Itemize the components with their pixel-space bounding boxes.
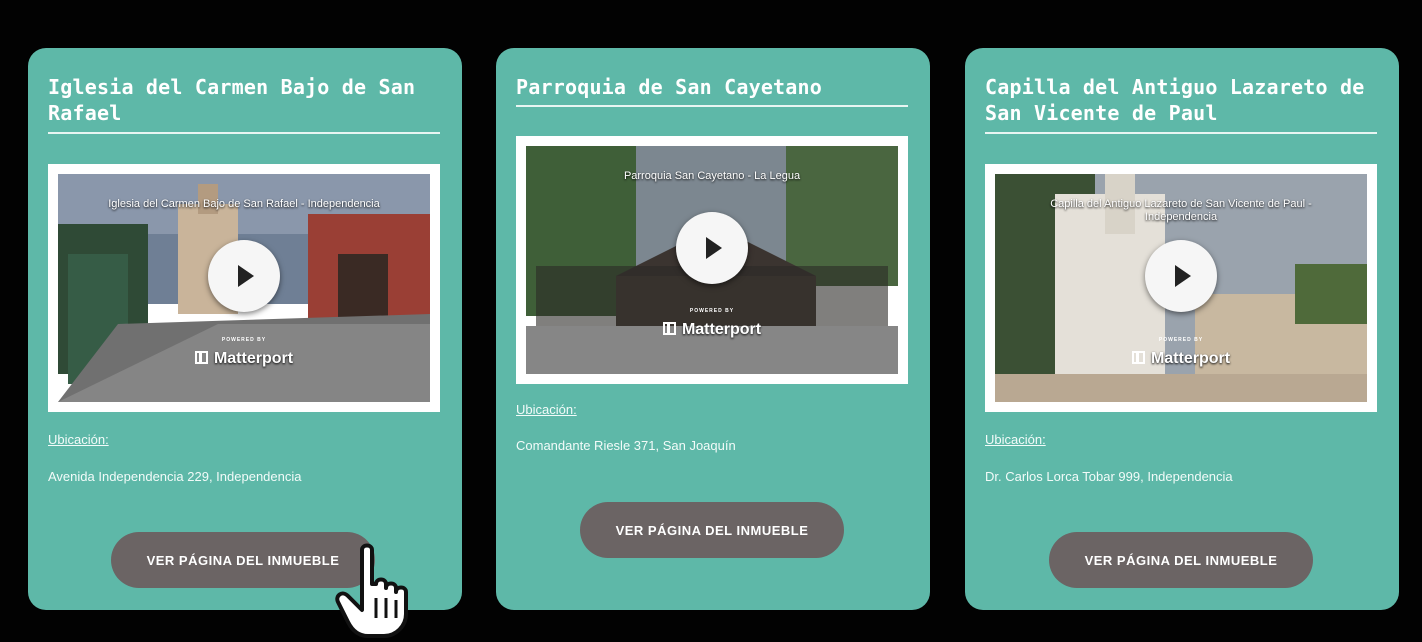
matterport-logo: Matterport xyxy=(526,321,898,339)
powered-by-label: POWERED BY xyxy=(689,308,735,314)
matterport-brand: Matterport xyxy=(1150,350,1231,367)
view-property-button[interactable]: VER PÁGINA DEL INMUEBLE xyxy=(580,502,844,558)
video-frame: Capilla del Antiguo Lazareto de San Vice… xyxy=(985,164,1377,412)
video-title: Iglesia del Carmen Bajo de San Rafael - … xyxy=(108,198,380,210)
matterport-brand: Matterport xyxy=(681,321,762,338)
card-title: Iglesia del Carmen Bajo de San Rafael xyxy=(48,75,416,125)
matterport-logo-icon xyxy=(194,351,208,364)
location-label: Ubicación: xyxy=(48,432,109,447)
page: Iglesia del Carmen Bajo de San Rafael Ig… xyxy=(0,0,1422,642)
matterport-tour-embed[interactable]: Capilla del Antiguo Lazareto de San Vice… xyxy=(995,174,1367,402)
hand-pointer-cursor-icon xyxy=(335,543,408,638)
address: Comandante Riesle 371, San Joaquín xyxy=(516,438,736,453)
matterport-logo: Matterport xyxy=(58,350,430,368)
video-frame: Iglesia del Carmen Bajo de San Rafael - … xyxy=(48,164,440,412)
location-label: Ubicación: xyxy=(516,402,577,417)
matterport-logo: Matterport xyxy=(995,350,1367,368)
powered-by-label: POWERED BY xyxy=(1158,337,1204,343)
matterport-logo-icon xyxy=(1131,351,1145,364)
play-icon[interactable] xyxy=(208,240,280,312)
play-icon[interactable] xyxy=(676,212,748,284)
title-divider xyxy=(48,132,440,134)
card-title: Capilla del Antiguo Lazareto de San Vice… xyxy=(985,75,1365,125)
card-title: Parroquia de San Cayetano xyxy=(516,75,823,99)
title-divider xyxy=(516,105,908,107)
location-label: Ubicación: xyxy=(985,432,1046,447)
matterport-logo-icon xyxy=(662,322,676,335)
matterport-tour-embed[interactable]: Iglesia del Carmen Bajo de San Rafael - … xyxy=(58,174,430,402)
video-title: Parroquia San Cayetano - La Legua xyxy=(623,170,801,182)
play-icon[interactable] xyxy=(1145,240,1217,312)
property-card-carmen: Iglesia del Carmen Bajo de San Rafael Ig… xyxy=(28,48,462,610)
matterport-brand: Matterport xyxy=(213,350,294,367)
matterport-tour-embed[interactable]: Parroquia San Cayetano - La Legua POWERE… xyxy=(526,146,898,374)
view-property-button[interactable]: VER PÁGINA DEL INMUEBLE xyxy=(1049,532,1313,588)
address: Avenida Independencia 229, Independencia xyxy=(48,469,302,484)
video-frame: Parroquia San Cayetano - La Legua POWERE… xyxy=(516,136,908,384)
property-card-san-cayetano: Parroquia de San Cayetano Parroquia San … xyxy=(496,48,930,610)
property-card-lazareto: Capilla del Antiguo Lazareto de San Vice… xyxy=(965,48,1399,610)
address: Dr. Carlos Lorca Tobar 999, Independenci… xyxy=(985,469,1233,484)
video-title: Capilla del Antiguo Lazareto de San Vice… xyxy=(1050,198,1312,223)
powered-by-label: POWERED BY xyxy=(221,337,267,343)
title-divider xyxy=(985,132,1377,134)
